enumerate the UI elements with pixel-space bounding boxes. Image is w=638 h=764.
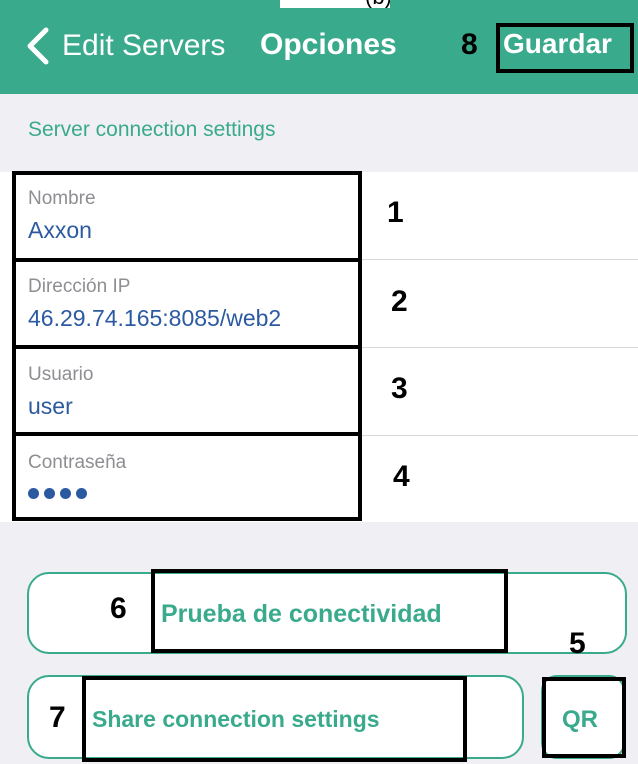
callout-box-5 [542,677,626,758]
section-header: Server connection settings [28,118,276,141]
callout-box-6 [151,569,508,653]
clipped-caption-text: (b) [365,0,390,8]
callout-number-2: 2 [391,285,408,318]
callout-number-4: 4 [393,460,410,493]
callout-number-5: 5 [569,627,586,660]
screen: (b) Edit Servers Opciones Guardar Server… [0,0,638,764]
callout-box-1 [12,171,362,262]
callout-number-8: 8 [461,28,478,61]
callout-number-7: 7 [49,701,66,734]
clipped-caption: (b) [280,0,390,8]
callout-number-6: 6 [110,592,127,625]
back-button[interactable]: Edit Servers [22,26,225,66]
back-button-label: Edit Servers [62,29,226,62]
callout-number-1: 1 [387,196,404,229]
callout-box-2 [12,258,362,349]
callout-box-8 [496,23,634,73]
callout-box-4 [12,432,362,521]
page-title: Opciones [260,28,397,61]
callout-number-3: 3 [391,372,408,405]
chevron-left-icon [27,27,49,65]
callout-box-7 [82,676,467,762]
callout-box-3 [12,345,362,436]
